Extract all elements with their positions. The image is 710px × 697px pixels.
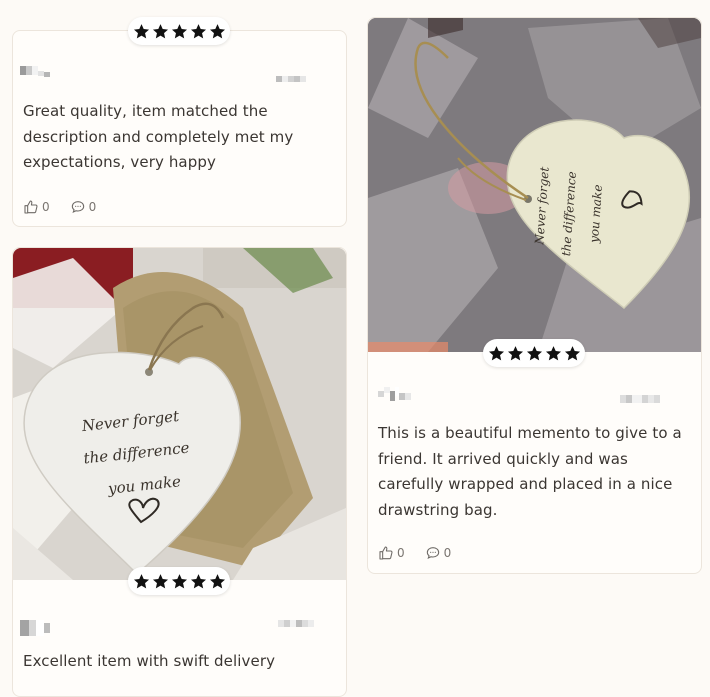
star-rating bbox=[128, 17, 230, 45]
star-icon bbox=[545, 345, 562, 362]
star-icon bbox=[171, 573, 188, 590]
star-icon bbox=[152, 573, 169, 590]
star-icon bbox=[564, 345, 581, 362]
like-count: 0 bbox=[397, 546, 405, 560]
reviewer-avatar bbox=[378, 387, 411, 401]
star-icon bbox=[209, 23, 226, 40]
review-text: Great quality, item matched the descript… bbox=[23, 102, 294, 171]
star-icon bbox=[190, 573, 207, 590]
review-actions: 0 0 bbox=[378, 545, 471, 561]
review-date bbox=[620, 395, 660, 403]
review-text: This is a beautiful memento to give to a… bbox=[378, 424, 682, 519]
comment-count: 0 bbox=[88, 200, 97, 214]
star-rating bbox=[483, 339, 585, 367]
comment-button[interactable]: 0 bbox=[425, 545, 452, 561]
review-date bbox=[276, 76, 306, 82]
review-date bbox=[278, 620, 314, 627]
like-button[interactable]: 0 bbox=[378, 545, 405, 561]
star-rating bbox=[128, 567, 230, 595]
thumbs-up-icon bbox=[379, 546, 393, 560]
comment-button[interactable]: 0 bbox=[70, 199, 97, 215]
star-icon bbox=[488, 345, 505, 362]
like-count: 0 bbox=[42, 200, 50, 214]
star-icon bbox=[152, 23, 169, 40]
reviewer-avatar bbox=[20, 620, 50, 636]
comment-bubble-icon bbox=[71, 201, 84, 214]
review-actions: 0 0 bbox=[23, 199, 116, 215]
star-icon bbox=[507, 345, 524, 362]
thumbs-up-icon bbox=[24, 200, 38, 214]
star-icon bbox=[171, 23, 188, 40]
review-photo[interactable]: Never forget the difference you make bbox=[13, 248, 346, 580]
star-icon bbox=[133, 23, 150, 40]
review-photo[interactable]: Never forget the difference you make bbox=[368, 18, 701, 352]
review-text: Excellent item with swift delivery bbox=[23, 652, 276, 670]
comment-bubble-icon bbox=[426, 547, 439, 560]
reviewer-avatar bbox=[20, 66, 50, 77]
star-icon bbox=[526, 345, 543, 362]
comment-count: 0 bbox=[443, 546, 452, 560]
star-icon bbox=[190, 23, 207, 40]
star-icon bbox=[133, 573, 150, 590]
like-button[interactable]: 0 bbox=[23, 199, 50, 215]
star-icon bbox=[209, 573, 226, 590]
